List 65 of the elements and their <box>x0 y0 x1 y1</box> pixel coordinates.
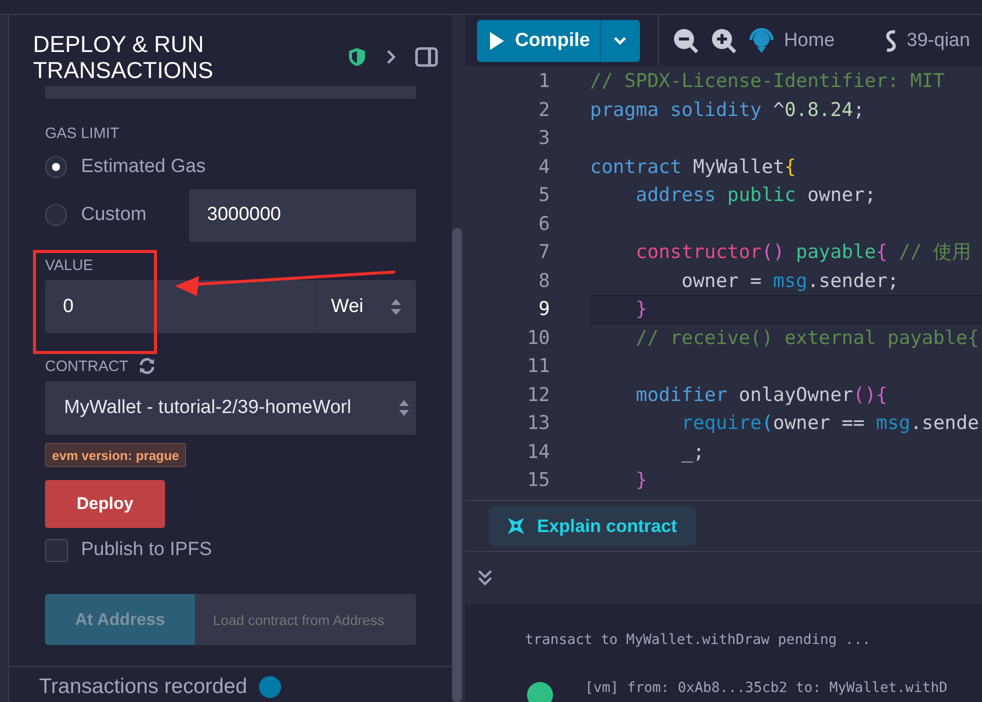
panel-title: DEPLOY & RUN TRANSACTIONS <box>33 31 214 83</box>
field-label: GAS LIMIT <box>45 125 120 142</box>
code-line: pragma solidity ^0.8.24; <box>590 98 865 121</box>
checkbox-label: Publish to IPFS <box>81 539 212 561</box>
count-badge <box>259 676 282 698</box>
side-panel-icon[interactable] <box>415 47 438 67</box>
checkbox[interactable] <box>45 538 68 562</box>
explain-contract-button[interactable]: Explain contract <box>489 506 696 546</box>
code-line: _; <box>680 440 704 463</box>
line-number: 10 <box>526 326 550 349</box>
line-number: 3 <box>538 127 550 150</box>
radio-button[interactable] <box>45 204 67 226</box>
code-line: } <box>634 298 648 320</box>
play-icon <box>489 30 505 50</box>
line-number: 7 <box>538 241 550 264</box>
double-chevron-down-icon[interactable] <box>477 569 493 587</box>
home-tab[interactable]: Home <box>784 30 835 52</box>
radio-label: Estimated Gas <box>81 156 206 178</box>
chevron-right-icon[interactable] <box>385 48 397 66</box>
code-line: owner = msg.sender; <box>680 270 899 292</box>
line-number: 4 <box>538 156 550 178</box>
headset-icon[interactable] <box>748 28 774 54</box>
line-number: 14 <box>526 440 550 463</box>
field-label: CONTRACT <box>45 358 128 374</box>
code-line: constructor() payable{ // 使用 <box>634 240 972 266</box>
line-number: 11 <box>526 355 550 378</box>
success-status-icon <box>527 682 553 702</box>
line-number: 13 <box>526 412 550 434</box>
log-line: transact to MyWallet.withDraw pending ... <box>525 632 871 648</box>
line-number: 12 <box>526 384 550 406</box>
code-line: // SPDX-License-Identifier: MIT <box>590 70 945 92</box>
code-line: address public owner; <box>634 184 876 206</box>
line-number: 15 <box>526 469 550 492</box>
value-field[interactable]: 0 <box>45 280 315 333</box>
line-number: 6 <box>538 212 550 235</box>
sort-arrows-icon <box>390 296 402 316</box>
code-line: // receive() external payable{ <box>634 326 979 349</box>
sort-arrows-icon <box>398 398 410 418</box>
line-number: 2 <box>538 98 550 121</box>
code-line: } <box>634 469 648 492</box>
unit-select[interactable]: Wei <box>315 280 416 333</box>
radio-label: Custom <box>81 204 146 226</box>
gas-limit-field[interactable]: 3000000 <box>189 188 416 242</box>
shield-icon <box>347 47 367 67</box>
chevron-down-icon <box>613 36 628 46</box>
zoom-in-icon[interactable] <box>710 28 737 54</box>
code-line: require(owner == msg.sende <box>680 412 979 434</box>
log-line: [vm] from: 0xAb8...35cb2 to: MyWallet.withD <box>585 680 948 696</box>
radio-button[interactable] <box>45 156 67 178</box>
line-number: 8 <box>538 270 550 292</box>
refresh-icon[interactable] <box>138 357 156 375</box>
deploy-button[interactable]: Deploy <box>45 480 165 528</box>
section-title[interactable]: Transactions recorded <box>39 675 248 699</box>
zoom-out-icon[interactable] <box>672 28 699 54</box>
line-number: 9 <box>538 298 550 320</box>
address-field[interactable]: Load contract from Address <box>195 594 416 645</box>
contract-select[interactable]: MyWallet - tutorial-2/39-homeWorl <box>45 381 416 435</box>
code-line: contract MyWallet{ <box>590 156 796 178</box>
line-number: 5 <box>538 184 550 206</box>
field-label: VALUE <box>45 257 94 274</box>
file-tab[interactable]: 39-qian <box>906 30 970 52</box>
sparkle-icon <box>507 517 525 535</box>
evm-version-badge: evm version: prague <box>45 443 186 467</box>
line-number: 1 <box>538 70 550 92</box>
code-line: modifier onlayOwner(){ <box>634 384 888 406</box>
